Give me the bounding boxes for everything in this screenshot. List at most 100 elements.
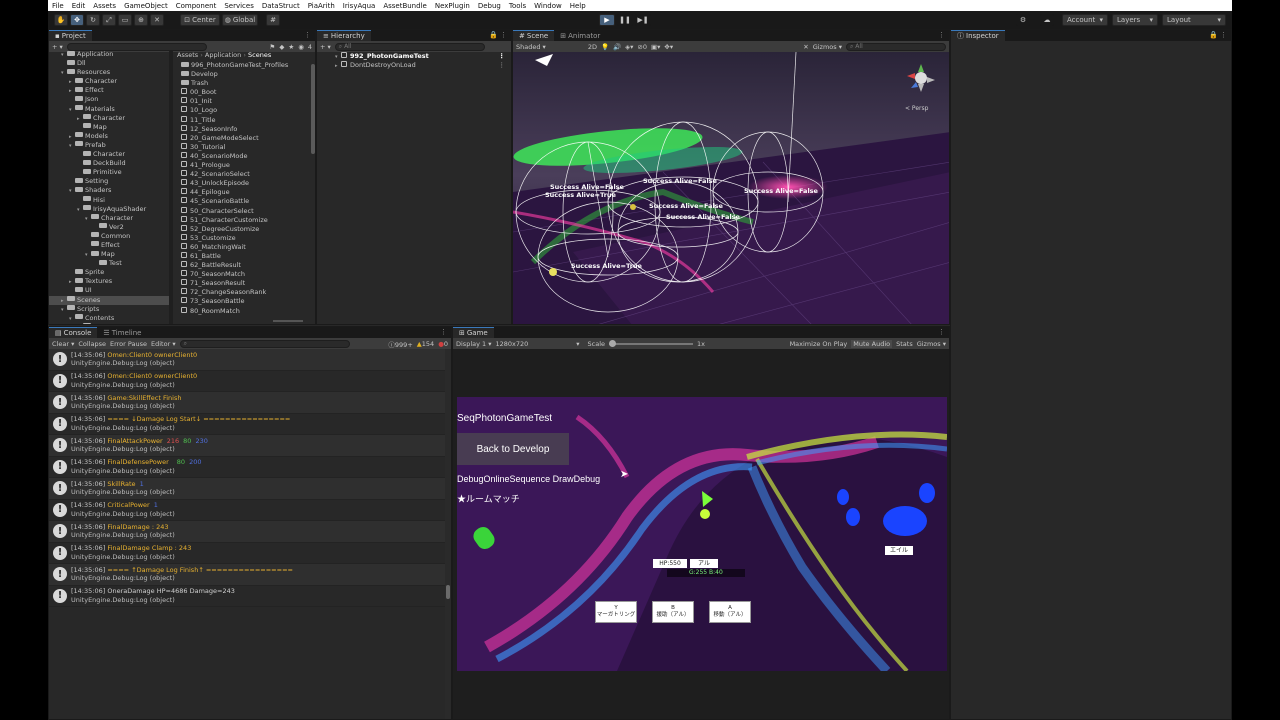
panel-menu-icon[interactable]: ⋮: [938, 328, 945, 336]
scene-file-item[interactable]: 41_Prologue: [173, 161, 315, 170]
log-entry[interactable]: ! [14:35:06] Omen:Client0 ownerClient0 Uni…: [49, 371, 447, 392]
folder-item[interactable]: 996_PhotonGameTest_Profiles: [173, 61, 315, 70]
tree-folder-item[interactable]: ▾ Materials: [49, 105, 169, 114]
tree-folder-item[interactable]: ▾ Shaders: [49, 186, 169, 195]
menu-item-nexplugin[interactable]: NexPlugin: [435, 2, 470, 10]
panel-menu-icon[interactable]: ⋮: [938, 31, 945, 39]
panel-menu-icon[interactable]: ⋮: [304, 31, 311, 39]
tree-folder-item[interactable]: UI: [49, 286, 169, 295]
tree-folder-item[interactable]: ▾ Application: [49, 50, 169, 59]
tree-folder-item[interactable]: Setting: [49, 177, 169, 186]
audio-icon[interactable]: 🔊: [613, 43, 621, 51]
tree-folder-item[interactable]: ▾ Resources: [49, 68, 169, 77]
panel-menu-icon[interactable]: 🔒 ⋮: [1209, 31, 1227, 39]
scene-file-item[interactable]: 40_ScenarioMode: [173, 151, 315, 161]
more-icon[interactable]: ⋮: [499, 52, 506, 61]
log-entry[interactable]: ! [14:35:06] FinalDamage : 243 UnityEngine…: [49, 521, 447, 543]
tree-folder-item[interactable]: ▸ Scenes: [49, 295, 169, 305]
game-viewport[interactable]: SeqPhotonGameTest Back to Develop DebugO…: [457, 397, 947, 671]
scene-file-item[interactable]: 62_BattleResult: [173, 261, 315, 270]
transform-tool-icon[interactable]: ⊕: [134, 14, 148, 26]
2d-toggle[interactable]: 2D: [588, 43, 597, 51]
display-dropdown[interactable]: Display 1 ▾: [456, 340, 492, 348]
tree-folder-item[interactable]: ▾ Map: [49, 250, 169, 259]
step-button[interactable]: ▶❚: [635, 14, 651, 26]
log-entry[interactable]: ! [14:35:06] FinalDefensePower 80 200 UnityE…: [49, 457, 447, 478]
tree-folder-item[interactable]: Core: [49, 323, 169, 324]
editor-dropdown[interactable]: Editor ▾: [151, 340, 176, 348]
tools-icon[interactable]: ✥▾: [664, 43, 673, 51]
breadcrumb-scenes[interactable]: Scenes: [248, 51, 271, 59]
space-toggle-button[interactable]: ◍ Global: [222, 14, 258, 26]
layout-dropdown[interactable]: Layout ▾: [1162, 14, 1226, 26]
more-icon[interactable]: ⋮: [499, 61, 506, 70]
scene-file-item[interactable]: 11_Title: [173, 115, 315, 125]
stats-toggle[interactable]: Stats: [896, 340, 913, 348]
tree-folder-item[interactable]: Character: [49, 150, 169, 159]
log-entry[interactable]: ! [14:35:06] FinalDamage Clamp : 243 Unity…: [49, 543, 447, 564]
breadcrumb-application[interactable]: Application: [205, 51, 241, 59]
scrollbar[interactable]: [311, 64, 315, 154]
scene-viewport[interactable]: < Persp Success Alive=False Success Aliv…: [513, 52, 949, 324]
scale-slider[interactable]: [609, 339, 694, 347]
tree-folder-item[interactable]: Json: [49, 95, 169, 104]
tree-folder-item[interactable]: ▾ Contents: [49, 314, 169, 323]
back-to-develop-button[interactable]: Back to Develop: [457, 433, 569, 465]
gizmos-dropdown[interactable]: Gizmos ▾: [813, 43, 842, 51]
move-tool-icon[interactable]: ✥: [70, 14, 84, 26]
log-entry[interactable]: ! [14:35:06] ==== ↓Damage Log Start↓ ====…: [49, 414, 447, 435]
zoom-slider[interactable]: [273, 320, 303, 322]
tab-project[interactable]: ▪ Project: [49, 30, 92, 41]
menu-item-datastruct[interactable]: DataStruct: [262, 2, 300, 10]
hierarchy-search-input[interactable]: ⌕ All: [334, 42, 485, 51]
menu-item-edit[interactable]: Edit: [72, 2, 86, 10]
scene-file-item[interactable]: 60_MatchingWait: [173, 242, 315, 252]
tree-folder-item[interactable]: Ver2: [49, 223, 169, 232]
tab-console[interactable]: ▤ Console: [49, 327, 98, 338]
pause-button[interactable]: ❚❚: [617, 14, 633, 26]
scene-file-item[interactable]: 50_CharacterSelect: [173, 206, 315, 216]
log-entry[interactable]: ! [14:35:06] CriticalPower 1 UnityEngine.De…: [49, 500, 447, 521]
scene-file-item[interactable]: 45_ScenarioBattle: [173, 197, 315, 206]
scale-tool-icon[interactable]: ⤢: [102, 14, 116, 26]
scene-file-item[interactable]: 30_Tutorial: [173, 142, 315, 152]
scene-file-item[interactable]: 70_SeasonMatch: [173, 270, 315, 279]
panel-menu-icon[interactable]: ⋮: [440, 328, 447, 336]
breadcrumb-assets[interactable]: Assets: [177, 51, 198, 59]
tree-folder-item[interactable]: ▸ Effect: [49, 86, 169, 95]
scene-file-item[interactable]: 10_Logo: [173, 106, 315, 115]
scene-search-input[interactable]: ⌕ All: [846, 42, 946, 51]
pivot-toggle-button[interactable]: ⊡ Center: [180, 14, 220, 26]
tree-folder-item[interactable]: ▸ Character: [49, 114, 169, 123]
scene-file-item[interactable]: 44_Epilogue: [173, 188, 315, 197]
tree-folder-item[interactable]: Map: [49, 123, 169, 132]
tree-folder-item[interactable]: ▾ Scripts: [49, 305, 169, 314]
tab-animator[interactable]: ⊞ Animator: [554, 30, 607, 41]
scene-file-item[interactable]: 00_Boot: [173, 88, 315, 97]
scrollbar-thumb[interactable]: [446, 585, 450, 599]
account-dropdown[interactable]: Account ▾: [1062, 14, 1108, 26]
layers-dropdown[interactable]: Layers ▾: [1112, 14, 1158, 26]
log-entry[interactable]: ! [14:35:06] ==== ↑Damage Log Finish↑ ===…: [49, 564, 447, 586]
gizmo-tools-icon[interactable]: ✕: [803, 43, 808, 51]
hierarchy-item[interactable]: ▸ DontDestroyOnLoad ⋮: [317, 61, 511, 70]
folder-item[interactable]: Develop: [173, 70, 315, 79]
play-button[interactable]: ▶: [599, 14, 615, 26]
grid-snap-icon[interactable]: #: [266, 14, 280, 26]
tree-folder-item[interactable]: ▸ Textures: [49, 277, 169, 286]
cloud-icon[interactable]: ☁: [1040, 14, 1054, 26]
tree-folder-item[interactable]: Sprite: [49, 268, 169, 277]
scene-file-item[interactable]: 12_SeasonInfo: [173, 124, 315, 134]
menu-item-file[interactable]: File: [52, 2, 64, 10]
action-button[interactable]: B 援助（アル）: [652, 601, 694, 623]
scene-file-item[interactable]: 51_CharacterCustomize: [173, 215, 315, 225]
scene-file-item[interactable]: 71_SeasonResult: [173, 279, 315, 288]
tree-folder-item[interactable]: Effect: [49, 241, 169, 250]
scene-file-item[interactable]: 53_Customize: [173, 233, 315, 243]
menu-item-window[interactable]: Window: [534, 2, 562, 10]
tree-folder-item[interactable]: ▾ Prefab: [49, 141, 169, 150]
mute-toggle[interactable]: Mute Audio: [851, 339, 893, 348]
console-scrollbar[interactable]: [445, 349, 451, 719]
action-button[interactable]: Y マーガトリング: [595, 601, 637, 623]
hierarchy-item[interactable]: ▾ 992_PhotonGameTest ⋮: [317, 52, 511, 61]
